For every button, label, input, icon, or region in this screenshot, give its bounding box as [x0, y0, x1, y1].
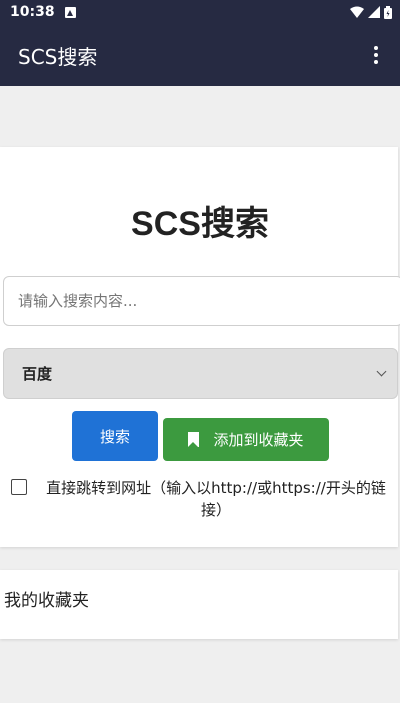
more-options-button[interactable] — [364, 39, 388, 71]
add-favorite-label: 添加到收藏夹 — [213, 431, 304, 449]
direct-jump-checkbox[interactable] — [11, 479, 27, 495]
status-time: 10:38 — [10, 4, 55, 20]
search-button[interactable]: 搜索 — [72, 411, 158, 461]
chevron-down-icon — [376, 366, 387, 377]
search-button-label: 搜索 — [99, 427, 130, 446]
bookmark-icon — [188, 432, 200, 447]
page-title: SCS搜索 — [131, 205, 269, 243]
signal-icon — [368, 6, 380, 18]
app-bar: SCS搜索 — [0, 24, 400, 86]
search-engine-select[interactable]: 百度 — [3, 348, 398, 399]
notification-a-icon — [64, 6, 76, 18]
battery-icon — [384, 5, 392, 19]
app-title: SCS搜索 — [18, 44, 98, 69]
status-icons — [350, 5, 392, 19]
search-engine-selected: 百度 — [22, 365, 53, 383]
add-favorite-button[interactable]: 添加到收藏夹 — [163, 418, 329, 461]
favorites-title: 我的收藏夹 — [4, 591, 89, 611]
search-input[interactable] — [3, 276, 400, 326]
wifi-icon — [350, 6, 364, 18]
more-vertical-icon — [374, 46, 378, 50]
status-bar: 10:38 — [0, 0, 400, 24]
direct-jump-label: 直接跳转到网址（输入以http://或https://开头的链接） — [46, 479, 386, 519]
